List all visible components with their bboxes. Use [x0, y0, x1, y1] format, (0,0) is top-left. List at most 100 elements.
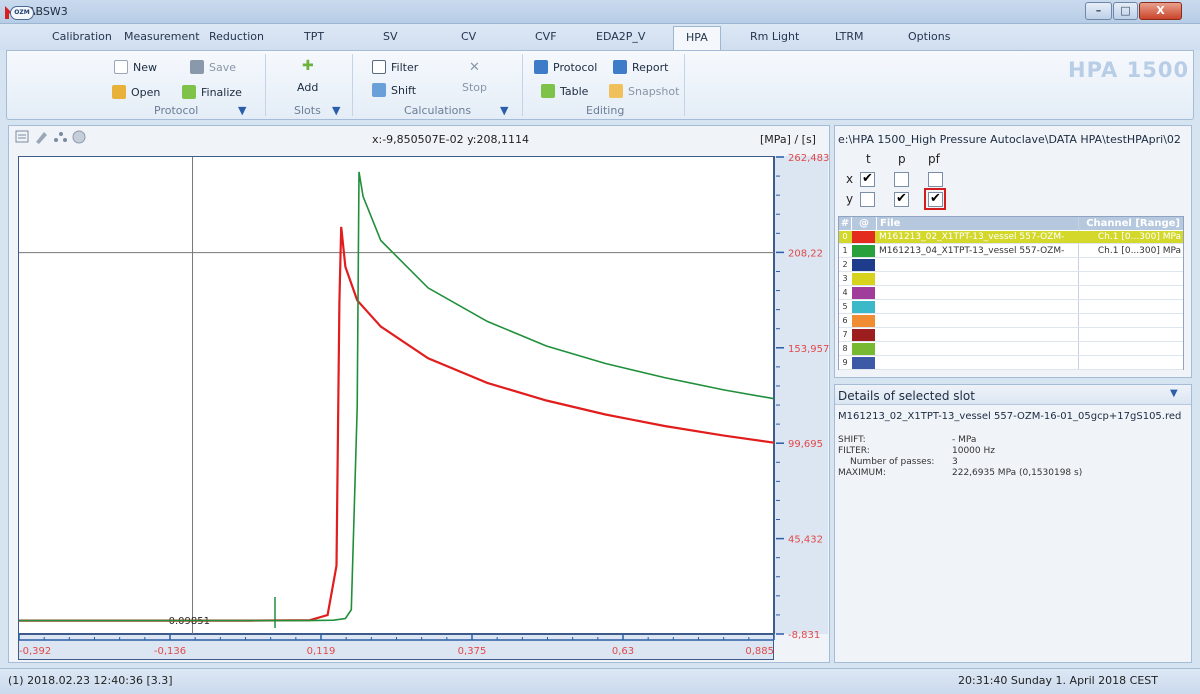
- ribbon-separator: [684, 54, 685, 116]
- table-header-channel: Channel [Range]: [1079, 217, 1183, 230]
- report-label: Report: [632, 61, 669, 74]
- tab-rm-light[interactable]: Rm Light: [750, 30, 799, 43]
- circle-icon[interactable]: [72, 130, 86, 144]
- ozm-logo-icon[interactable]: OZM: [10, 6, 34, 20]
- table-label: Table: [560, 85, 589, 98]
- snapshot-label: Snapshot: [628, 85, 680, 98]
- tab-reduction[interactable]: Reduction: [209, 30, 264, 43]
- filter-field-value: 10000 Hz: [952, 446, 995, 456]
- maximize-icon: □: [1120, 4, 1131, 17]
- snapshot-button[interactable]: Snapshot: [609, 84, 679, 98]
- slot-color-swatch[interactable]: [852, 357, 875, 369]
- slot-color-swatch[interactable]: [852, 259, 875, 271]
- checkbox-y-pf[interactable]: ✔: [928, 192, 943, 207]
- protocol-dropdown-icon[interactable]: ▼: [238, 104, 246, 117]
- checkbox-x-p[interactable]: [894, 172, 909, 187]
- tab-measurement[interactable]: Measurement: [124, 30, 200, 43]
- cursor-coordinates: x:-9,850507E-02 y:208,1114: [372, 133, 529, 146]
- checkbox-x-t[interactable]: ✔: [860, 172, 875, 187]
- checkbox-x-pf[interactable]: [928, 172, 943, 187]
- report-button[interactable]: Report: [613, 60, 668, 74]
- slot-row[interactable]: 1 M161213_04_X1TPT-13_vessel 557-OZM- Ch.1…: [839, 245, 1183, 258]
- slot-color-swatch[interactable]: [852, 315, 875, 327]
- chart-svg: -0.09851262,483208,22153,95799,69545,432…: [18, 153, 829, 657]
- save-button[interactable]: Save: [190, 60, 236, 74]
- slot-color-swatch[interactable]: [852, 329, 875, 341]
- calculations-dropdown-icon[interactable]: ▼: [500, 104, 508, 117]
- group-label-protocol: Protocol: [154, 104, 199, 117]
- tab-ltrm[interactable]: LTRM: [835, 30, 863, 43]
- tab-tpt[interactable]: TPT: [304, 30, 324, 43]
- finalize-button[interactable]: Finalize: [182, 85, 242, 99]
- y-tick-label: 153,957: [788, 344, 829, 355]
- tab-options[interactable]: Options: [908, 30, 950, 43]
- shift-button[interactable]: Shift: [372, 83, 416, 97]
- series-line-0: [19, 226, 775, 622]
- open-button[interactable]: Open: [112, 85, 160, 99]
- slot-color-swatch[interactable]: [852, 343, 875, 355]
- slot-color-swatch[interactable]: [852, 301, 875, 313]
- close-button[interactable]: X: [1139, 2, 1182, 20]
- slot-number: 1: [842, 246, 848, 255]
- slot-color-swatch[interactable]: [852, 245, 875, 257]
- add-slot-button[interactable]: Add: [297, 81, 318, 94]
- legend-toggle-icon[interactable]: [15, 130, 29, 143]
- axis-column-p: p: [898, 152, 906, 166]
- filter-button[interactable]: Filter: [372, 60, 418, 74]
- tab-eda2p-v[interactable]: EDA2P_V: [596, 30, 645, 43]
- x-tick-label: 0,119: [307, 646, 336, 657]
- y-tick-label: 45,432: [788, 535, 823, 546]
- group-label-slots: Slots: [294, 104, 321, 117]
- tab-hpa[interactable]: HPA: [673, 26, 721, 50]
- shift-arrows-icon: [372, 83, 386, 97]
- tab-calibration[interactable]: Calibration: [52, 30, 112, 43]
- slot-row[interactable]: 2: [839, 259, 1183, 272]
- table-header-file: File: [877, 217, 1078, 230]
- slot-row[interactable]: 0 M161213_02_X1TPT-13_vessel 557-OZM- Ch.1…: [839, 231, 1183, 244]
- checkbox-y-t[interactable]: [860, 192, 875, 207]
- filter-icon: [372, 60, 386, 74]
- new-button[interactable]: New: [114, 60, 157, 74]
- stop-button[interactable]: Stop: [462, 81, 487, 94]
- slot-number: 0: [842, 232, 848, 241]
- ribbon-separator: [265, 54, 266, 116]
- slot-number: 2: [842, 260, 848, 269]
- slot-row[interactable]: 4: [839, 287, 1183, 300]
- group-label-editing: Editing: [586, 104, 625, 117]
- maximize-button[interactable]: □: [1113, 2, 1138, 20]
- protocol-chart-icon: [534, 60, 548, 74]
- report-chart-icon: [613, 60, 627, 74]
- slot-row[interactable]: 9: [839, 357, 1183, 370]
- tab-sv[interactable]: SV: [383, 30, 398, 43]
- maximum-field-value: 222,6935 MPa (0,1530198 s): [952, 468, 1083, 478]
- tab-cv[interactable]: CV: [461, 30, 476, 43]
- tab-cvf[interactable]: CVF: [535, 30, 557, 43]
- selected-file-name: M161213_02_X1TPT-13_vessel 557-OZM-16-01…: [838, 411, 1182, 422]
- slot-channel: Ch.1 [0...300] MPa: [1097, 246, 1181, 256]
- passes-field-value: 3: [952, 457, 958, 467]
- slot-row[interactable]: 5: [839, 301, 1183, 314]
- slot-row[interactable]: 6: [839, 315, 1183, 328]
- points-icon[interactable]: [54, 132, 67, 142]
- table-button[interactable]: Table: [541, 84, 588, 98]
- close-icon: X: [1156, 4, 1165, 17]
- slot-row[interactable]: 3: [839, 273, 1183, 286]
- slot-row[interactable]: 8: [839, 343, 1183, 356]
- slot-number: 5: [842, 302, 848, 311]
- slot-color-swatch[interactable]: [852, 273, 875, 285]
- slot-number: 7: [842, 330, 848, 339]
- group-label-calculations: Calculations: [404, 104, 472, 117]
- slot-row[interactable]: 7: [839, 329, 1183, 342]
- shift-label: Shift: [391, 84, 417, 97]
- protocol-button[interactable]: Protocol: [534, 60, 597, 74]
- slot-color-swatch[interactable]: [852, 287, 875, 299]
- open-folder-icon: [112, 85, 126, 99]
- slots-dropdown-icon[interactable]: ▼: [332, 104, 340, 117]
- checkbox-y-p[interactable]: ✔: [894, 192, 909, 207]
- chevron-down-icon[interactable]: ▼: [1170, 388, 1178, 399]
- x-tick-label: 0,375: [458, 646, 487, 657]
- passes-field-label: Number of passes:: [850, 457, 935, 467]
- slot-color-swatch[interactable]: [852, 231, 875, 243]
- marker-icon[interactable]: [36, 132, 47, 144]
- minimize-button[interactable]: –: [1085, 2, 1112, 20]
